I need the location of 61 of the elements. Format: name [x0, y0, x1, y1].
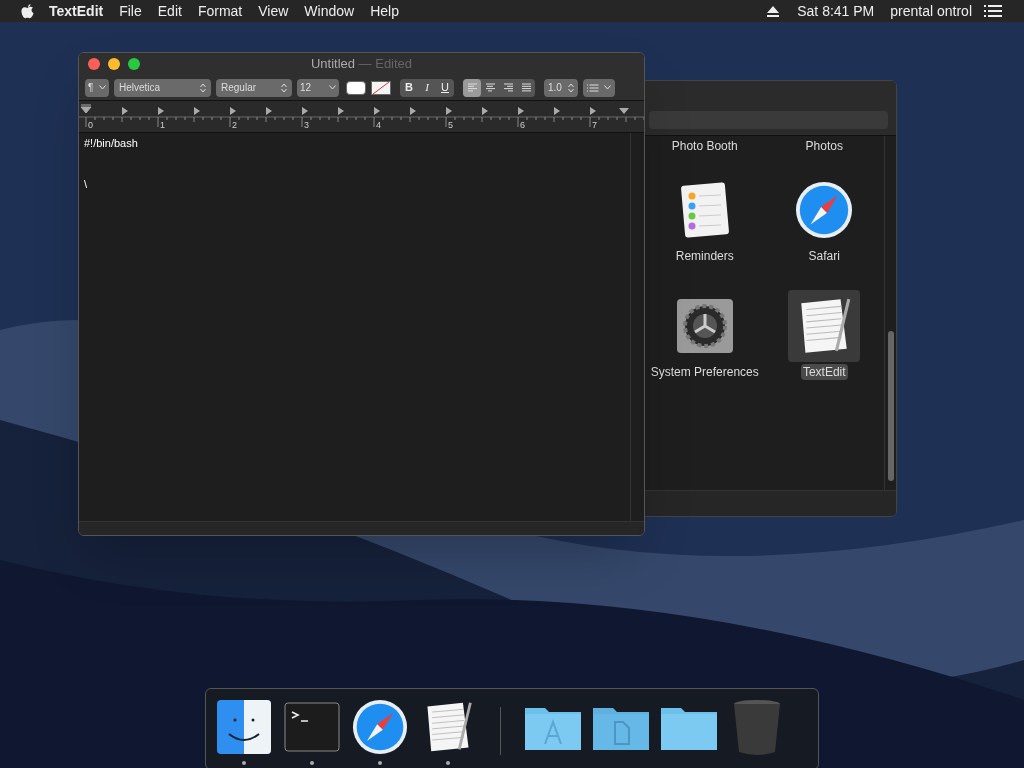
spacing-dropdown[interactable]: 1.0 [544, 78, 578, 97]
list-icon [587, 83, 599, 92]
ruler-number: 3 [304, 119, 309, 132]
menu-item[interactable]: Window [304, 0, 355, 22]
paragraph-dropdown[interactable]: ¶ [85, 78, 109, 97]
alignment-icon [484, 83, 496, 92]
app-label[interactable]: Safari [806, 248, 842, 264]
stepper-arrows-icon [568, 82, 574, 93]
app-label[interactable]: System Preferences [648, 364, 761, 380]
window-title: Untitled [310, 56, 355, 72]
list-icon[interactable] [984, 5, 1002, 17]
format-button[interactable]: I [418, 78, 436, 97]
ruler-number: 7 [592, 119, 597, 132]
alignment-icon [520, 83, 532, 92]
background-color-swatch[interactable] [371, 80, 391, 95]
style-dropdown[interactable]: Regular [216, 78, 292, 97]
eject-icon[interactable] [767, 5, 780, 17]
ruler-number: 1 [160, 119, 165, 132]
chevron-icon [329, 85, 336, 90]
menu-item[interactable]: TextEdit [49, 0, 104, 22]
menu-item[interactable]: Edit [157, 0, 182, 22]
compass-icon [795, 181, 854, 239]
ruler-number: 0 [88, 119, 93, 132]
apple-icon[interactable] [21, 3, 34, 19]
menu-item[interactable]: Help [370, 0, 399, 22]
text-line: #!/bin/bash [84, 136, 138, 151]
menu-item[interactable]: View [258, 0, 289, 22]
finder-face-icon[interactable] [217, 700, 271, 754]
alignment-icon [466, 83, 478, 92]
text-color-swatch[interactable] [346, 80, 366, 95]
list-dropdown[interactable] [583, 78, 615, 97]
window-control-button[interactable] [88, 58, 100, 70]
format-button[interactable]: B [400, 78, 418, 97]
user-name[interactable]: prental ontrol [890, 0, 972, 22]
chevron-icon [604, 85, 611, 90]
ruler-number: 5 [448, 119, 453, 132]
window-control-button[interactable] [108, 58, 120, 70]
window-control-button[interactable] [128, 58, 140, 70]
align-button[interactable] [463, 78, 481, 97]
app-label[interactable]: TextEdit [800, 364, 848, 380]
app-label[interactable]: Photos [803, 138, 845, 154]
text-line: \ [84, 176, 88, 192]
clock-text[interactable]: Sat 8:41 PM [797, 0, 875, 22]
font-dropdown[interactable]: Helvetica [114, 78, 211, 97]
ruler-number: 6 [520, 119, 525, 132]
text-area[interactable]: #!/bin/bash \ [79, 133, 630, 521]
ruler-number: 2 [232, 119, 237, 132]
menu-item[interactable]: File [119, 0, 142, 22]
app-label[interactable]: Reminders [673, 248, 736, 264]
size-dropdown[interactable]: 12 [297, 78, 339, 97]
stepper-arrows-icon [200, 82, 206, 93]
scroll-thumb[interactable] [887, 331, 894, 481]
chevron-icon [99, 85, 106, 90]
format-button[interactable]: U [436, 78, 454, 97]
app-label[interactable]: Photo Booth [669, 138, 740, 154]
stepper-arrows-icon [281, 82, 287, 93]
gear-icon [676, 299, 733, 353]
compass-icon [352, 699, 408, 755]
menu-item[interactable]: Format [197, 0, 243, 22]
ruler-number: 4 [376, 119, 381, 132]
alignment-icon [502, 83, 514, 92]
